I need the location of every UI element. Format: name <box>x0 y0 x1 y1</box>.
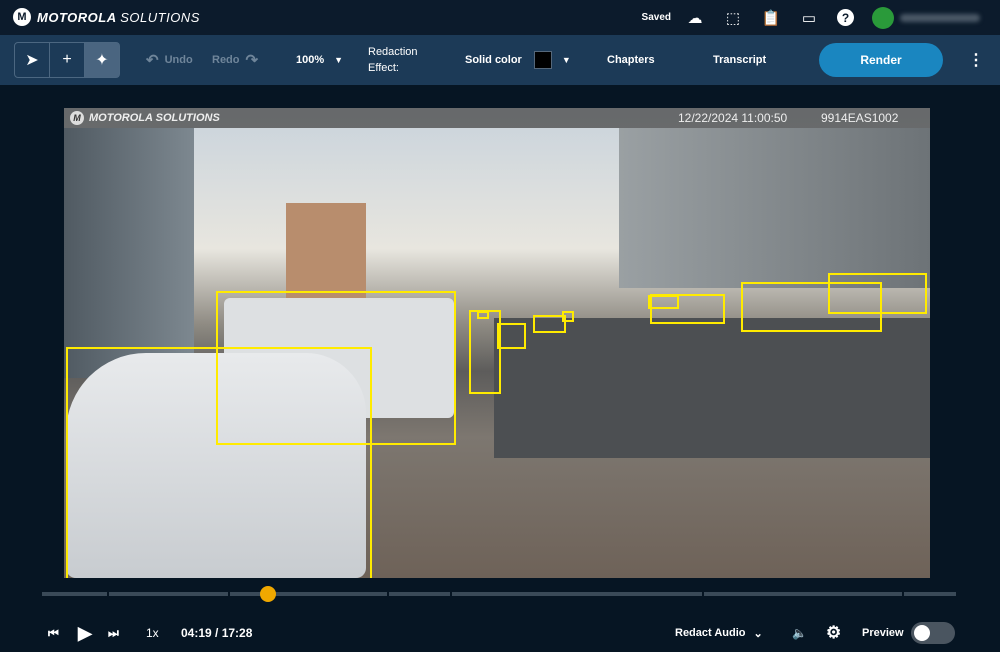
gear-icon: ⚙ <box>826 623 841 643</box>
top-bar: M MOTOROLA SOLUTIONS Saved ☁ ⬚ 📋 ▭ ? <box>0 0 1000 35</box>
volume-button[interactable]: 🔈 <box>792 622 807 644</box>
play-icon: ▶ <box>78 623 92 644</box>
cloud-check-icon: ☁ <box>685 8 705 28</box>
settings-button[interactable]: ⚙ <box>826 622 841 644</box>
auto-detect-tool-button[interactable]: ✦ <box>85 43 119 77</box>
redact-audio-dropdown[interactable]: Redact Audio ⌄ <box>675 622 763 644</box>
redaction-box[interactable] <box>497 323 526 349</box>
preview-label: Preview <box>862 622 904 644</box>
scene-building <box>64 128 194 378</box>
smart-select-icon[interactable]: ⬚ <box>723 8 743 28</box>
chevron-down-icon: ⌄ <box>754 627 763 640</box>
clipboard-icon[interactable]: 📋 <box>761 8 781 28</box>
osd-device-id: 9914EAS1002 <box>821 111 898 125</box>
tool-group: ➤ + ✦ <box>14 42 120 78</box>
redaction-box[interactable] <box>828 273 927 314</box>
speed-button[interactable]: 1x <box>146 622 159 644</box>
volume-icon: 🔈 <box>792 626 807 640</box>
skip-forward-icon: ⏭ <box>108 626 119 641</box>
motorola-logo-icon: M <box>70 111 84 125</box>
avatar[interactable] <box>872 7 894 29</box>
scene-building <box>619 128 930 288</box>
play-button[interactable]: ▶ <box>78 622 92 644</box>
timeline-playhead[interactable] <box>260 586 276 602</box>
render-button[interactable]: Render <box>819 43 943 77</box>
color-swatch[interactable] <box>534 51 552 69</box>
video-frame[interactable]: MMOTOROLA SOLUTIONS 12/22/2024 11:00:50 … <box>64 108 930 578</box>
preview-toggle[interactable] <box>911 622 955 644</box>
effect-label-line2: Effect: <box>368 60 399 76</box>
zoom-value: 100% <box>296 54 324 66</box>
more-menu-icon[interactable]: ⋮ <box>968 35 984 85</box>
caret-down-icon: ▼ <box>334 55 343 65</box>
redo-label: Redo <box>212 54 240 66</box>
effect-value: Solid color <box>465 54 522 66</box>
effect-label-line1: Redaction <box>368 44 418 60</box>
saved-status: Saved <box>642 12 671 23</box>
redaction-box[interactable] <box>477 311 489 319</box>
osd-timestamp: 12/22/2024 11:00:50 <box>678 111 787 125</box>
select-tool-button[interactable]: ➤ <box>15 43 50 77</box>
caret-down-icon: ▼ <box>562 55 571 65</box>
redaction-effect-label: RedactionEffect: <box>368 35 418 85</box>
redo-icon: ↷ <box>246 51 259 69</box>
redact-audio-label: Redact Audio <box>675 627 746 639</box>
add-box-tool-button[interactable]: + <box>50 43 85 77</box>
osd-brand: MOTOROLA SOLUTIONS <box>89 112 220 124</box>
skip-back-icon: ⏮ <box>48 626 59 641</box>
undo-icon: ↶ <box>146 51 159 69</box>
chapters-button[interactable]: Chapters <box>607 35 655 85</box>
redaction-box[interactable] <box>562 311 574 322</box>
timeline-scrubber[interactable] <box>42 592 956 596</box>
video-osd: MMOTOROLA SOLUTIONS 12/22/2024 11:00:50 … <box>64 108 930 128</box>
redaction-box[interactable] <box>216 291 456 445</box>
comment-icon[interactable]: ▭ <box>799 8 819 28</box>
scene-building <box>286 203 366 303</box>
redaction-box[interactable] <box>650 294 725 324</box>
scene-road <box>494 318 930 458</box>
skip-forward-button[interactable]: ⏭ <box>108 622 119 644</box>
zoom-dropdown[interactable]: 100% ▼ <box>296 35 343 85</box>
undo-button[interactable]: ↶ Undo <box>146 35 193 85</box>
brand-name: MOTOROLA <box>37 10 116 25</box>
skip-back-button[interactable]: ⏮ <box>48 622 59 644</box>
user-name-blurred[interactable] <box>900 14 980 22</box>
help-icon[interactable]: ? <box>837 9 854 26</box>
undo-label: Undo <box>165 54 193 66</box>
motorola-logo-icon: M <box>13 8 31 26</box>
brand-suffix: SOLUTIONS <box>120 10 200 25</box>
time-readout: 04:19 / 17:28 <box>181 622 252 644</box>
transcript-button[interactable]: Transcript <box>713 35 766 85</box>
brand-logo: M MOTOROLA SOLUTIONS <box>13 8 200 26</box>
effect-dropdown[interactable]: Solid color ▼ <box>465 35 571 85</box>
redo-button[interactable]: Redo ↷ <box>212 35 258 85</box>
